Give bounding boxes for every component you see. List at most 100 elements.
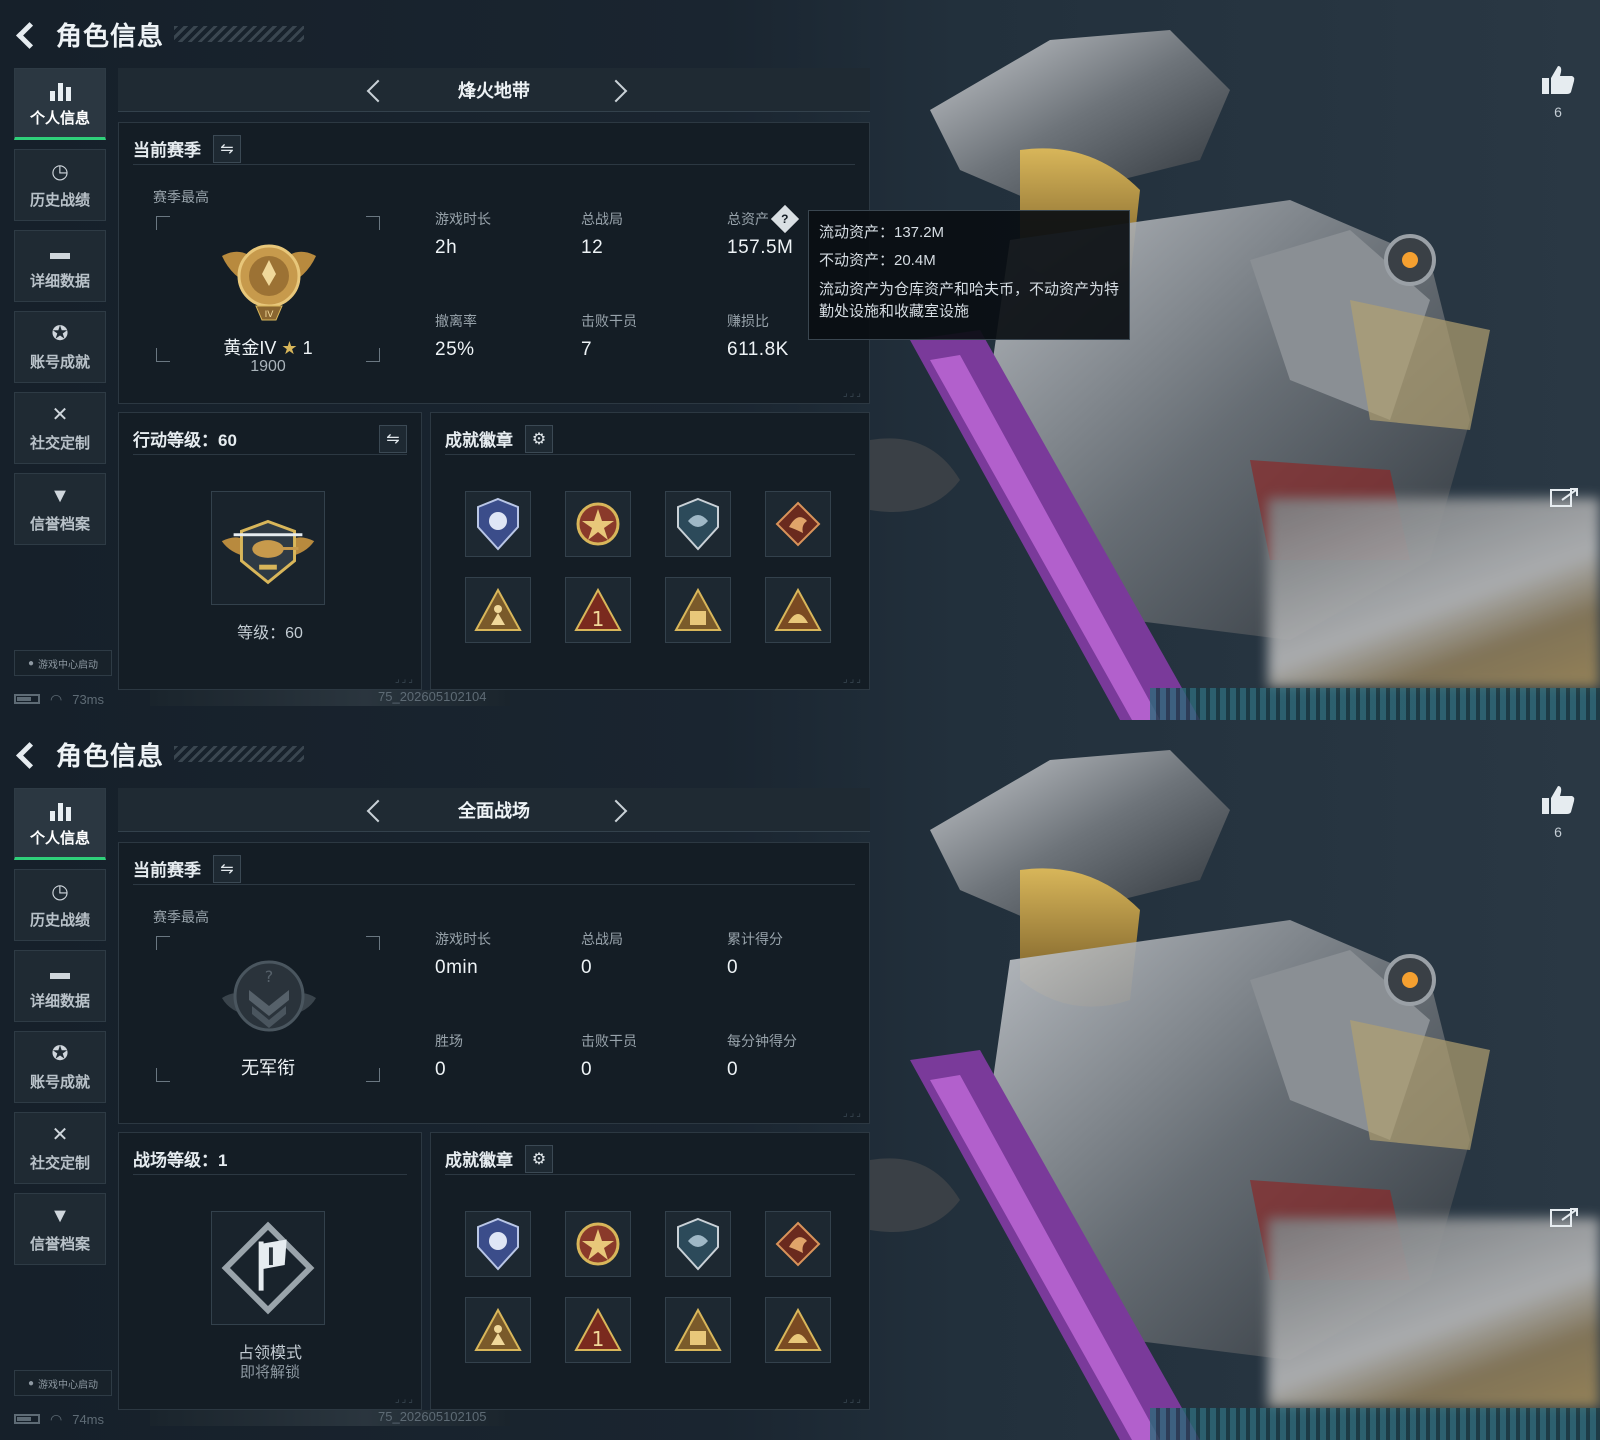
sidebar-item-personal-info[interactable]: 个人信息 [14, 68, 106, 140]
stat-playtime: 游戏时长 2h [435, 209, 581, 259]
sidebar-item-label: 历史战绩 [29, 191, 90, 209]
tooltip-fixed-assets: 不动资产：20.4M [819, 252, 936, 269]
stat-extract-rate: 撤离率 25% [435, 311, 581, 361]
corner-decoration: ⌟⌟⌟ [842, 1108, 863, 1119]
sidebar-item-label: 信誉档案 [29, 515, 90, 533]
floor-glow-decoration [1150, 688, 1600, 720]
season-stats: 游戏时长 0min 总战局 0 累计得分 0 胜场 0 击败干员 0 每分钟得分 0 [435, 929, 875, 1081]
help-icon[interactable]: ? [770, 204, 800, 234]
sidebar-item-credit[interactable]: ▼ 信誉档案 [14, 473, 106, 545]
badge-green-shield[interactable] [665, 491, 731, 557]
stat-playtime: 游戏时长 0min [435, 929, 581, 979]
arrow-left-icon[interactable] [364, 800, 384, 820]
sidebar-item-label: 信誉档案 [29, 1235, 90, 1253]
badge-triangle-one[interactable]: 1 [565, 577, 631, 643]
dragon-badge-icon [775, 501, 821, 547]
sidebar-item-history[interactable]: ◷ 历史战绩 [14, 149, 106, 221]
title-stripes-decoration [174, 746, 305, 762]
season-best-label: 赛季最高 [153, 189, 209, 205]
badge-star-emblem[interactable] [565, 491, 631, 557]
sidebar-item-credit[interactable]: ▼ 信誉档案 [14, 1193, 106, 1265]
badges-panel-header: 成就徽章 ⚙ [445, 1143, 855, 1175]
page-title: 角色信息 [56, 20, 165, 51]
share-icon[interactable] [1550, 486, 1580, 508]
gear-icon[interactable]: ⚙ [525, 1144, 553, 1173]
stat-label: 每分钟得分 [727, 1033, 797, 1049]
game-center-launch[interactable]: ● 游戏中心启动 [14, 650, 112, 676]
badge-triangle-runner[interactable] [465, 577, 531, 643]
page-title: 角色信息 [56, 740, 165, 771]
arrow-left-icon[interactable] [364, 80, 384, 100]
sidebar-item-achievements[interactable]: ✪ 账号成就 [14, 1031, 106, 1103]
stat-value: 0min [435, 957, 479, 978]
header: 角色信息 [14, 14, 305, 54]
tooltip-liquid-assets: 流动资产：137.2M [819, 224, 945, 241]
rank-name: 黄金IV [223, 338, 277, 358]
thumbs-up-icon[interactable] [1540, 64, 1576, 96]
badge-dragon[interactable] [765, 1211, 831, 1277]
thumbs-up-icon[interactable] [1540, 784, 1576, 816]
stat-value: 0 [581, 957, 593, 978]
mode-name: 烽火地带 [458, 80, 530, 101]
corner-decoration: ⌟⌟⌟ [842, 674, 863, 685]
rank-name-line: 无军衔 [156, 1054, 380, 1080]
level-text: 占领模式 [237, 1345, 302, 1362]
mode-selector: 烽火地带 [118, 68, 870, 112]
blurred-region [1268, 1218, 1600, 1408]
star-badge-icon [576, 502, 620, 546]
badge-triangle-helmet[interactable] [765, 1297, 831, 1363]
sidebar-item-history[interactable]: ◷ 历史战绩 [14, 869, 106, 941]
sidebar-item-social[interactable]: ✕ 社交定制 [14, 1112, 106, 1184]
swap-icon[interactable]: ⇋ [213, 134, 241, 163]
stat-total-score: 累计得分 0 [727, 929, 873, 979]
ping-value: 74ms [72, 1411, 105, 1427]
badge-triangle-armor[interactable] [665, 1297, 731, 1363]
blurred-region [1268, 498, 1600, 688]
corner-decoration: ⌟⌟⌟ [394, 674, 415, 685]
badge-grid: 1 [465, 491, 831, 643]
sidebar-item-label: 详细数据 [29, 272, 90, 290]
unranked-emblem-icon: ? [222, 960, 316, 1032]
badge-blue-shield[interactable] [465, 491, 531, 557]
back-arrow-icon[interactable] [14, 740, 42, 768]
star-icon: ★ [281, 338, 298, 358]
sidebar-item-label: 详细数据 [29, 992, 90, 1010]
stat-label: 击败干员 [581, 313, 637, 329]
swap-icon[interactable]: ⇋ [379, 424, 407, 453]
badge-star-emblem[interactable] [565, 1211, 631, 1277]
sidebar-item-details[interactable]: ▬ 详细数据 [14, 950, 106, 1022]
badge-triangle-helmet[interactable] [765, 577, 831, 643]
season-best-label: 赛季最高 [153, 909, 209, 925]
mode-selector: 全面战场 [118, 788, 870, 832]
stat-label: 击败干员 [581, 1033, 637, 1049]
badge-grid: 1 [465, 1211, 831, 1363]
bar-chart-icon [49, 79, 71, 101]
battery-icon [14, 694, 40, 704]
triangle-runner-badge-icon [474, 587, 522, 631]
badge-green-shield[interactable] [665, 1211, 731, 1277]
stat-label: 游戏时长 [435, 931, 491, 947]
badge-dragon[interactable] [765, 491, 831, 557]
sidebar-item-label: 账号成就 [29, 1073, 90, 1091]
level-title: 行动等级：60 [133, 431, 237, 450]
sidebar-item-label: 历史战绩 [29, 911, 90, 929]
sidebar-item-personal-info[interactable]: 个人信息 [14, 788, 106, 860]
rank-name: 无军衔 [241, 1058, 295, 1078]
arrow-right-icon[interactable] [608, 800, 628, 820]
sidebar-item-details[interactable]: ▬ 详细数据 [14, 230, 106, 302]
badge-triangle-runner[interactable] [465, 1297, 531, 1363]
share-icon[interactable] [1550, 1206, 1580, 1228]
badge-triangle-one[interactable]: 1 [565, 1297, 631, 1363]
gear-icon[interactable]: ⚙ [525, 424, 553, 453]
svg-text:1: 1 [592, 1327, 605, 1351]
badge-triangle-armor[interactable] [665, 577, 731, 643]
badge-blue-shield[interactable] [465, 1211, 531, 1277]
sidebar-item-achievements[interactable]: ✪ 账号成就 [14, 311, 106, 383]
game-center-launch[interactable]: ● 游戏中心启动 [14, 1370, 112, 1396]
triangle-helmet-badge-icon [774, 1307, 822, 1351]
sidebar-item-social[interactable]: ✕ 社交定制 [14, 392, 106, 464]
corner-decoration: ⌟⌟⌟ [394, 1394, 415, 1405]
back-arrow-icon[interactable] [14, 20, 42, 48]
arrow-right-icon[interactable] [608, 80, 628, 100]
swap-icon[interactable]: ⇋ [213, 854, 241, 883]
